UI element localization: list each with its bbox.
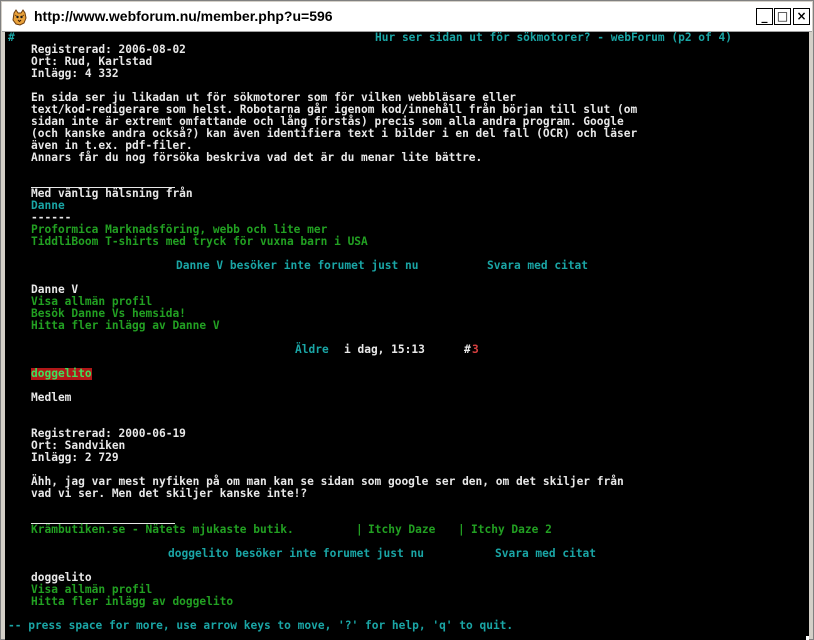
- maximize-button[interactable]: □: [774, 8, 791, 25]
- top-left-marker: #: [8, 32, 15, 44]
- post2-signature-separator: |: [356, 523, 363, 536]
- post1-signature-link-tiddliboom[interactable]: TiddliBoom T-shirts med tryck för vuxna …: [31, 236, 368, 248]
- lynx-cat-icon: [12, 9, 27, 26]
- post1-posts: Inlägg: 4 332: [31, 67, 119, 80]
- status-bar-help: -- press space for more, use arrow keys …: [8, 619, 514, 632]
- post2-signature-link-krambutiken[interactable]: Krämbutiken.se - Nätets mjukaste butik.: [31, 524, 294, 536]
- post-timestamp: i dag, 15:13: [344, 343, 425, 356]
- post1-body-line: Annars får du nog försöka beskriva vad d…: [31, 151, 483, 164]
- post2-reply-quote-link[interactable]: Svara med citat: [495, 548, 596, 560]
- post-number-link[interactable]: 3: [472, 344, 479, 356]
- post2-more-posts-link[interactable]: Hitta fler inlägg av doggelito: [31, 596, 233, 608]
- post2-posts: Inlägg: 2 729: [31, 451, 119, 464]
- page-title: Hur ser sidan ut för sökmotorer? - webFo…: [375, 32, 732, 44]
- post2-body-line: vad vi ser. Men det skiljer kanske inte!…: [31, 487, 308, 500]
- scroll-indicator: [806, 636, 809, 640]
- window-title: http://www.webforum.nu/member.php?u=596: [34, 8, 333, 24]
- post2-username-highlight-link[interactable]: doggelito: [31, 368, 92, 380]
- terminal-viewport[interactable]: # Hur ser sidan ut för sökmotorer? - web…: [5, 32, 809, 640]
- post1-offline-status-link[interactable]: Danne V besöker inte forumet just nu: [176, 260, 418, 272]
- post2-signature-separator: |: [458, 523, 465, 536]
- post1-reply-quote-link[interactable]: Svara med citat: [487, 260, 588, 272]
- older-post-link[interactable]: Äldre: [295, 344, 329, 356]
- post1-more-posts-link[interactable]: Hitta fler inlägg av Danne V: [31, 320, 220, 332]
- post-hash: #: [464, 343, 471, 356]
- close-button[interactable]: ×: [793, 8, 810, 25]
- title-bar[interactable]: http://www.webforum.nu/member.php?u=596 …: [2, 2, 812, 32]
- post2-offline-status-link[interactable]: doggelito besöker inte forumet just nu: [168, 548, 424, 560]
- post2-rank: Medlem: [31, 391, 72, 404]
- minimize-button[interactable]: _: [756, 8, 773, 25]
- post2-signature-link-itchy-daze-2[interactable]: Itchy Daze 2: [471, 524, 552, 536]
- browser-window: http://www.webforum.nu/member.php?u=596 …: [0, 0, 814, 640]
- next-line-peek: [5, 636, 809, 640]
- post2-signature-link-itchy-daze[interactable]: Itchy Daze: [368, 524, 435, 536]
